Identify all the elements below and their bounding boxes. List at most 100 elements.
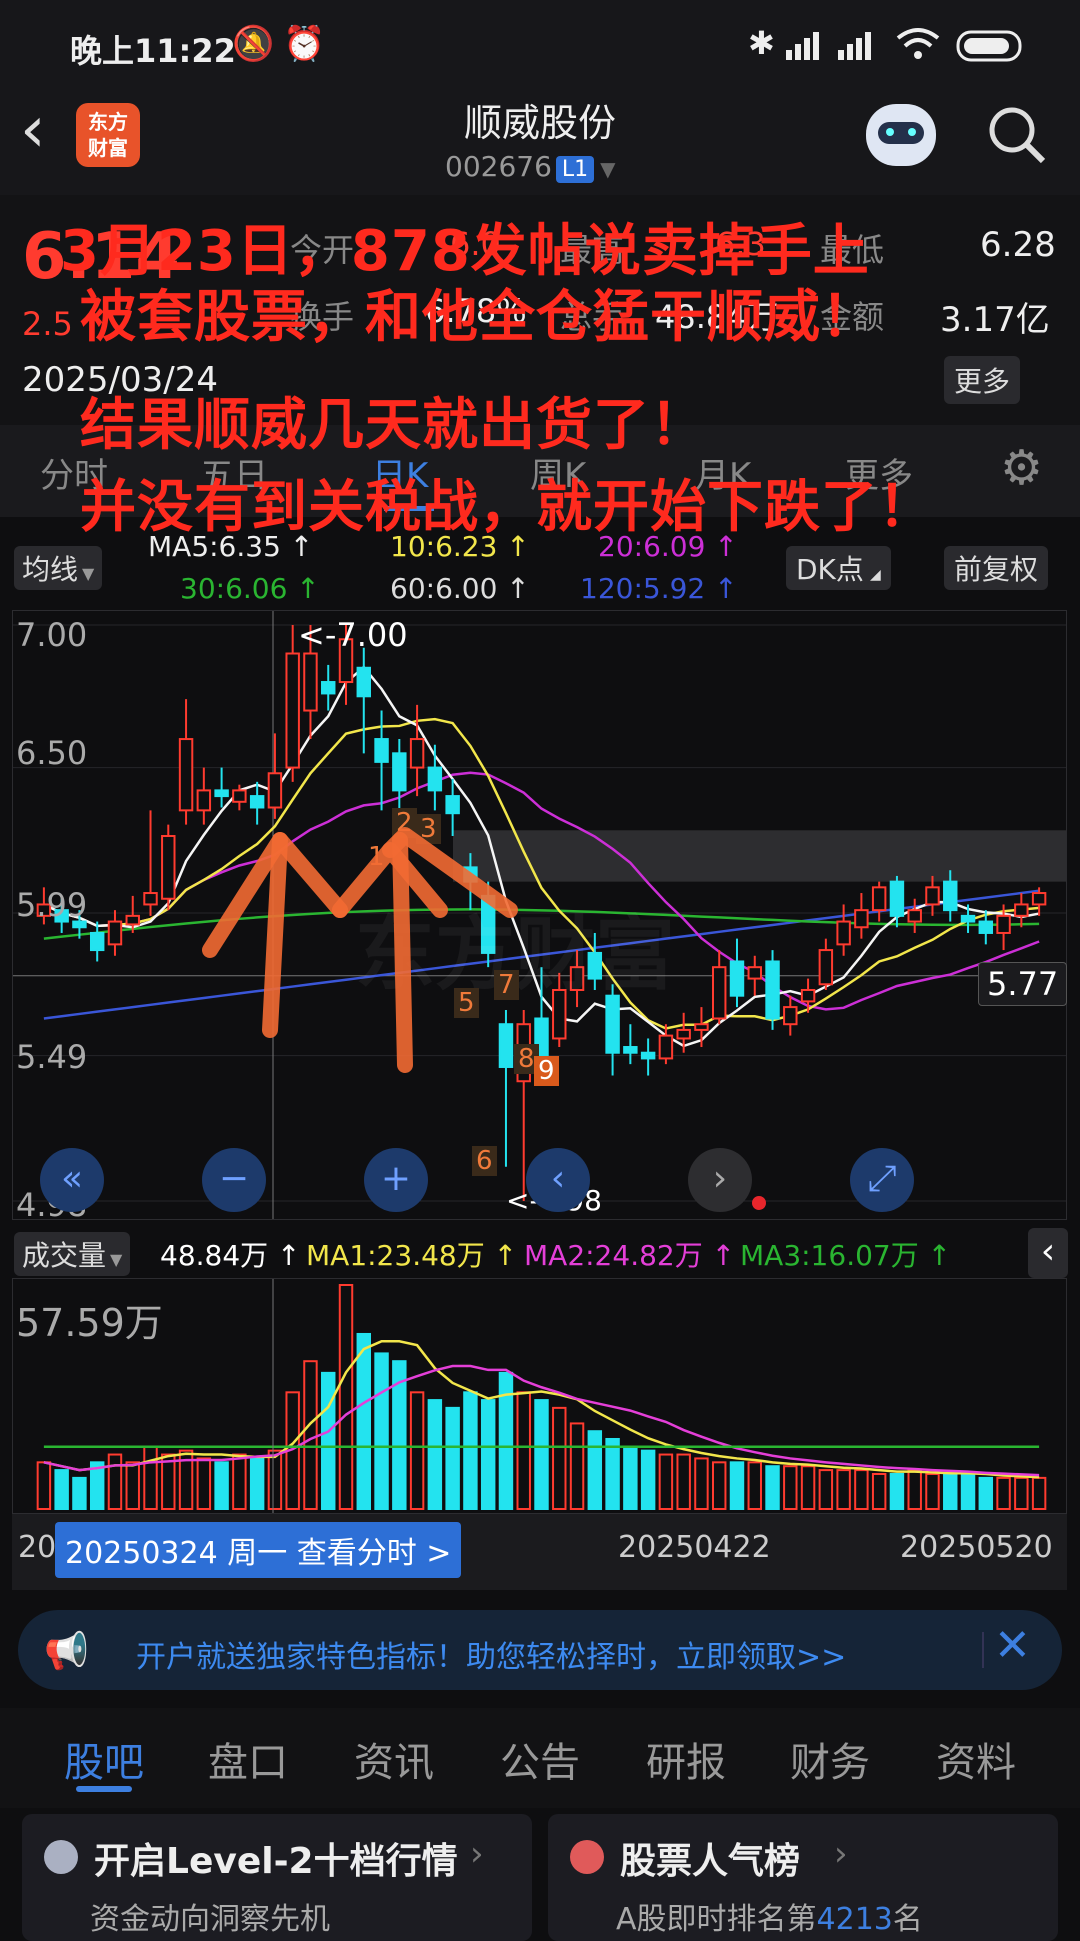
ma10-label: 10:6.23 ↑ [390, 530, 530, 563]
chart-bars-icon [570, 1840, 604, 1874]
more-quote-button[interactable]: 更多 [944, 356, 1021, 404]
candle-body [889, 880, 905, 917]
volume-bar [249, 1457, 265, 1511]
ma-selector[interactable]: 均线 ▼ [14, 546, 103, 590]
gear-icon[interactable]: ⚙ [1000, 440, 1043, 496]
candle-body [321, 681, 336, 695]
volume-bar [978, 1476, 994, 1510]
tab-financials[interactable]: 财务 [790, 1730, 870, 1788]
candle-body [907, 909, 922, 923]
ma20-label: 20:6.09 ↑ [598, 530, 738, 563]
popularity-title: 股票人气榜 [620, 1841, 801, 1882]
candle-body [409, 738, 425, 769]
adjust-button[interactable]: 前复权 [944, 546, 1049, 590]
status-time: 晚上11:22 [70, 32, 236, 70]
volume-selector[interactable]: 成交量 ▼ [14, 1232, 131, 1276]
candle-body [694, 1023, 709, 1031]
volume-bar [36, 1461, 52, 1510]
rank-prefix: A股即时排名第 [616, 1902, 817, 1937]
tab-profile[interactable]: 资料 [936, 1730, 1016, 1788]
collapse-button[interactable]: ‹ [1028, 1228, 1068, 1278]
zoom-in-button[interactable]: + [364, 1148, 428, 1212]
chevron-down-icon: ▼ [82, 564, 95, 583]
tab-orderbook[interactable]: 盘口 [208, 1730, 288, 1788]
high-marker: <-7.00 [298, 616, 408, 654]
robot-avatar-icon[interactable] [866, 104, 936, 166]
overlay-line-3: 结果顺威几天就出货了！ [80, 393, 707, 458]
level-badge: L1 [555, 156, 595, 183]
stock-code-row[interactable]: 002676 L1 ▼ [445, 150, 616, 183]
candle-body [89, 931, 105, 952]
volume-bar [854, 1469, 869, 1510]
volume-bar [463, 1391, 478, 1510]
volume-bar [427, 1399, 443, 1510]
close-icon[interactable]: ✕ [994, 1620, 1031, 1671]
popularity-card[interactable]: 股票人气榜 › A股即时排名第4213名 [548, 1814, 1058, 1941]
volume-value: 48.84万 ↑ [160, 1239, 301, 1272]
search-icon[interactable] [986, 104, 1048, 166]
candle-body [996, 914, 1011, 934]
dk-point-button[interactable]: DK点 ◢ [786, 546, 891, 590]
candle-body [303, 652, 318, 712]
candle-body [1014, 903, 1029, 917]
price-change: 2.5 [22, 305, 73, 343]
record-dot [752, 1196, 766, 1210]
volume-bar [480, 1399, 496, 1510]
volume-bar [996, 1476, 1011, 1510]
candle-body [978, 920, 994, 934]
volume-bar [552, 1406, 567, 1511]
volume-bar [871, 1472, 887, 1511]
zoom-out-button[interactable]: − [202, 1148, 266, 1212]
volume-chart[interactable] [12, 1278, 1067, 1514]
y-label-6-50: 6.50 [16, 734, 88, 772]
volume-bar [267, 1449, 283, 1511]
x-label-start: 20 [18, 1530, 57, 1565]
chevron-right-icon: › [834, 1834, 848, 1874]
candle-body [214, 789, 229, 798]
volume-ma2: MA2:24.82万 ↑ [524, 1239, 736, 1272]
fullscreen-button[interactable]: ⤢ [850, 1148, 914, 1212]
chevron-down-icon: ▼ [600, 157, 616, 181]
candle-body [943, 880, 958, 912]
candle-body [178, 738, 194, 812]
volume-bar [729, 1461, 745, 1510]
corner-arrow-icon: ◢ [869, 567, 881, 583]
tab-announcements[interactable]: 公告 [500, 1730, 580, 1788]
mute-icon: 🔕 [232, 24, 275, 64]
scroll-right-button[interactable]: › [688, 1148, 752, 1212]
ma-selector-label: 均线 [22, 553, 79, 586]
signal-6: 6 [472, 1146, 497, 1176]
tab-news[interactable]: 资讯 [354, 1730, 434, 1788]
chevron-down-icon: ▼ [110, 1250, 123, 1269]
candle-body [1031, 892, 1047, 906]
volume-bar [623, 1445, 638, 1510]
bottom-tab-indicator [76, 1786, 132, 1792]
volume-bar [676, 1453, 691, 1510]
scroll-left-button[interactable]: ‹ [526, 1148, 590, 1212]
candle-body [196, 789, 212, 812]
bluetooth-icon: ✱ [748, 24, 775, 62]
volume-bar [658, 1453, 674, 1510]
volume-bar [605, 1437, 620, 1510]
volume-bar [356, 1332, 372, 1510]
volume-bar [783, 1465, 798, 1511]
volume-bar [338, 1284, 354, 1510]
y-label-7-00: 7.00 [16, 616, 88, 654]
volume-bar [711, 1461, 727, 1510]
rewind-button[interactable]: « [40, 1148, 104, 1212]
hover-date-button[interactable]: 20250324 周一 查看分时 > [55, 1522, 462, 1578]
tab-research[interactable]: 研报 [646, 1730, 726, 1788]
banner-divider [982, 1632, 984, 1668]
candle-body [854, 909, 869, 929]
tab-forum[interactable]: 股吧 [64, 1730, 144, 1788]
candle-body [836, 920, 851, 946]
stock-code: 002676 [445, 150, 552, 183]
candle-body [374, 738, 389, 763]
level2-card[interactable]: 开启Level-2十档行情 › 资金动向洞察先机 [22, 1814, 532, 1941]
volume-bar [516, 1391, 531, 1510]
volume-bar [214, 1461, 229, 1510]
candle-body [818, 949, 834, 986]
promo-text[interactable]: 开户就送独家特色指标！助您轻松择时，立即领取>> [136, 1632, 846, 1676]
alarm-icon: ⏰ [283, 24, 326, 64]
volume-bar [1014, 1476, 1029, 1510]
